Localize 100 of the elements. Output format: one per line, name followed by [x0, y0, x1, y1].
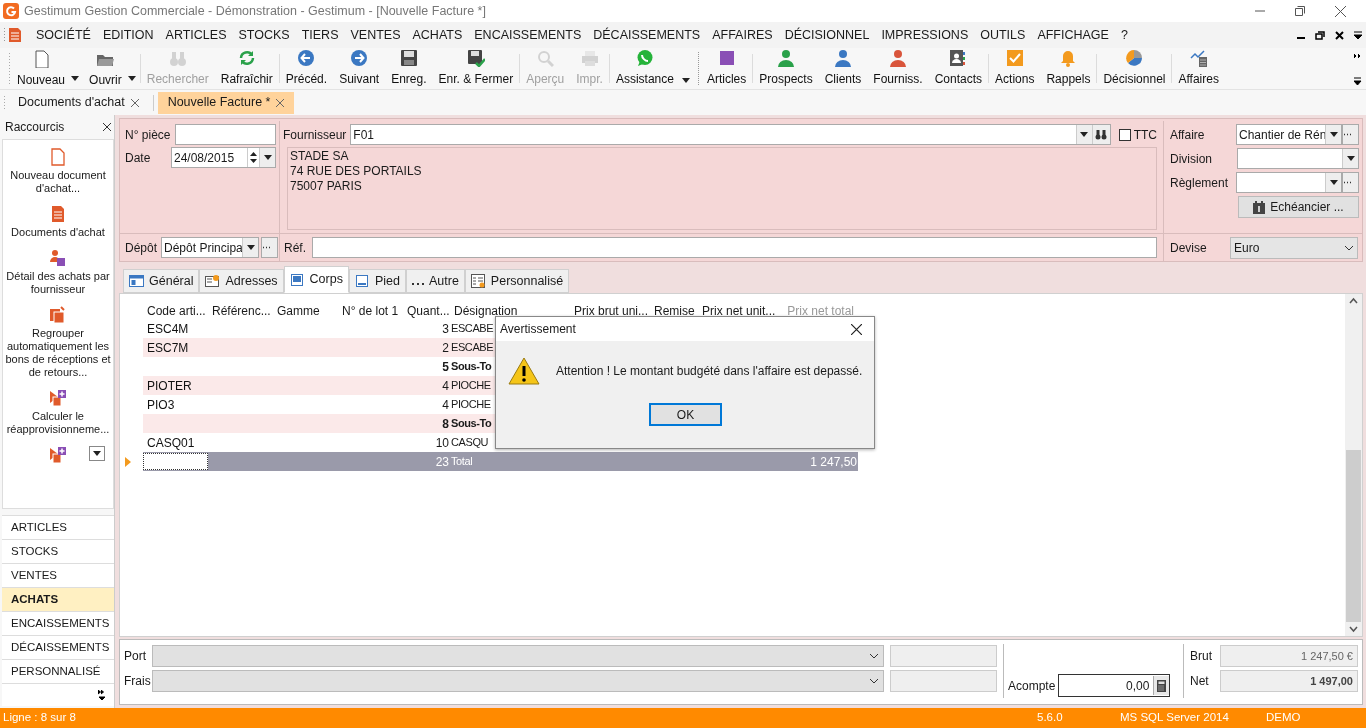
shortcut-link[interactable]: Nouveau document d'achat...	[5, 169, 111, 195]
toolbar-button[interactable]: Prospects	[753, 48, 819, 89]
dropdown-field[interactable]: Chantier de Rén	[1236, 124, 1342, 145]
dropdown-field[interactable]	[152, 669, 884, 692]
column-header[interactable]: N° de lot 1	[338, 301, 403, 320]
caret-icon	[1329, 132, 1338, 137]
person-icon	[834, 49, 852, 67]
input-field[interactable]: 0,00	[1058, 674, 1171, 697]
nav-section[interactable]: VENTES	[2, 564, 114, 588]
nav-section[interactable]: ACHATS	[2, 588, 114, 612]
toolbar-button[interactable]: Nouveau	[11, 50, 72, 89]
table-cell-text: Total	[451, 454, 473, 470]
scroll-down-button[interactable]	[89, 446, 105, 461]
toolbar-button[interactable]: Décisionnel	[1097, 48, 1172, 89]
restore-icon	[1295, 6, 1305, 16]
shortcut-link[interactable]: Détail des achats par fournisseur	[5, 270, 111, 296]
input-field[interactable]	[174, 124, 276, 145]
toolbar-button[interactable]: Suivant	[333, 48, 386, 89]
nav-section[interactable]: STOCKS	[2, 540, 114, 564]
toolbar-button[interactable]: Fourniss.	[867, 48, 929, 89]
dropdown-field[interactable]	[1237, 148, 1359, 169]
column-header[interactable]: Quant...	[403, 301, 450, 320]
menu-item[interactable]: VENTES	[344, 25, 407, 45]
menu-item[interactable]: DÉCAISSEMENTS	[587, 25, 707, 45]
menu-item[interactable]: AFFAIRES	[706, 25, 779, 45]
cell-editor[interactable]	[143, 453, 208, 470]
nav-section[interactable]: DÉCAISSEMENTS	[2, 636, 114, 660]
input-field[interactable]	[312, 237, 1157, 258]
toolbar-button[interactable]: Rappels	[1040, 48, 1097, 89]
toolbar-button[interactable]: Précéd.	[279, 48, 334, 89]
toolbar-button[interactable]: Affaires	[1172, 48, 1225, 89]
form-tab[interactable]: Autre	[405, 269, 465, 293]
form-tab[interactable]: Pied	[348, 269, 406, 293]
scrollbar-thumb[interactable]	[1346, 450, 1361, 622]
column-header[interactable]: Gamme	[273, 301, 338, 320]
menu-item[interactable]: IMPRESSIONS	[875, 25, 975, 45]
column-header[interactable]: Prix brut uni...	[570, 301, 650, 320]
menu-item[interactable]: STOCKS	[232, 25, 296, 45]
dropdown-button[interactable]	[259, 148, 275, 167]
printer-icon	[580, 49, 599, 67]
dropdown-button[interactable]	[242, 238, 259, 257]
menu-item[interactable]: SOCIÉTÉ	[30, 25, 97, 45]
overflow-icon	[1354, 31, 1362, 39]
form-tab[interactable]: Adresses	[199, 269, 284, 293]
table-cell-text: 23	[434, 453, 450, 471]
toolbar-button[interactable]: Enr. & Fermer	[432, 48, 520, 89]
nav-section[interactable]: PERSONNALISÉ	[2, 660, 114, 684]
supplier-field[interactable]: F01	[350, 124, 1111, 145]
row-pointer-icon	[125, 456, 131, 467]
menu-item[interactable]: OUTILS	[974, 25, 1032, 45]
close-icon	[130, 98, 139, 107]
form-tab[interactable]: Personnalisé	[464, 269, 570, 293]
menu-item[interactable]: DÉCISIONNEL	[778, 25, 876, 45]
dropdown-button[interactable]	[1325, 173, 1341, 192]
panel-title: Raccourcis	[5, 119, 65, 136]
map-pin-icon	[205, 274, 221, 288]
dropdown-button[interactable]	[1325, 125, 1341, 144]
toolbar-button[interactable]: Ouvrir	[83, 50, 128, 89]
toolbar-button[interactable]: Assistance	[609, 48, 680, 89]
address-line: STADE SA	[290, 149, 350, 164]
calculator-button[interactable]	[1153, 676, 1170, 695]
menu-item[interactable]: AFFICHAGE	[1031, 25, 1115, 45]
toolbar-button[interactable]: Enreg.	[385, 48, 433, 89]
menu-item[interactable]: TIERS	[295, 25, 345, 45]
column-header[interactable]: Code arti...	[143, 301, 208, 320]
shortcut-link[interactable]: Regrouper automatiquement les bons de réceptions et de retours...	[5, 327, 111, 379]
dropdown-button[interactable]	[1075, 125, 1092, 144]
toolbar-button[interactable]: Articles	[700, 48, 753, 89]
nav-section[interactable]: ENCAISSEMENTS	[2, 612, 114, 636]
dropdown-button[interactable]	[1342, 149, 1358, 168]
shortcut-link[interactable]: Calculer le réapprovisionneme...	[5, 410, 111, 436]
dropdown-field[interactable]: Dépôt Principa	[161, 237, 260, 258]
form-tab[interactable]: Général	[123, 269, 200, 293]
menu-item[interactable]: ?	[1114, 25, 1134, 45]
column-header[interactable]: Désignation	[450, 301, 570, 320]
schedule-button[interactable]: Echéancier ...	[1238, 196, 1359, 218]
column-header[interactable]: Référenc...	[208, 301, 273, 320]
dropdown-field[interactable]	[152, 644, 884, 667]
nav-section[interactable]: ARTICLES	[2, 516, 114, 540]
shortcut-link[interactable]: Documents d'achat	[5, 226, 111, 239]
document-tab[interactable]: Documents d'achat	[8, 91, 149, 114]
column-header[interactable]: Remise	[650, 301, 698, 320]
toolbar-button[interactable]: Contacts	[928, 48, 989, 89]
date-field[interactable]: 24/08/2015	[171, 147, 276, 168]
ok-button[interactable]: OK	[649, 403, 722, 426]
document-tab[interactable]: Nouvelle Facture *	[157, 91, 295, 114]
menu-item[interactable]: ACHATS	[406, 25, 469, 45]
toolbar-button[interactable]: Rafraîchir	[214, 48, 279, 89]
column-header[interactable]: Prix net unit...	[698, 301, 778, 320]
checkbox[interactable]	[1118, 128, 1131, 141]
dropdown-field[interactable]: Euro	[1230, 236, 1358, 259]
dropdown-field[interactable]	[1236, 172, 1342, 193]
menu-item[interactable]: EDITION	[96, 25, 160, 45]
menu-item[interactable]: ENCAISSEMENTS	[468, 25, 588, 45]
table-cell-text: ESCABE	[451, 321, 494, 337]
toolbar-button[interactable]: Clients	[818, 48, 868, 89]
form-tab[interactable]: Corps	[283, 266, 349, 293]
scrollbar[interactable]	[1345, 294, 1362, 636]
toolbar-button[interactable]: Actions	[989, 48, 1041, 89]
menu-item[interactable]: ARTICLES	[159, 25, 233, 45]
